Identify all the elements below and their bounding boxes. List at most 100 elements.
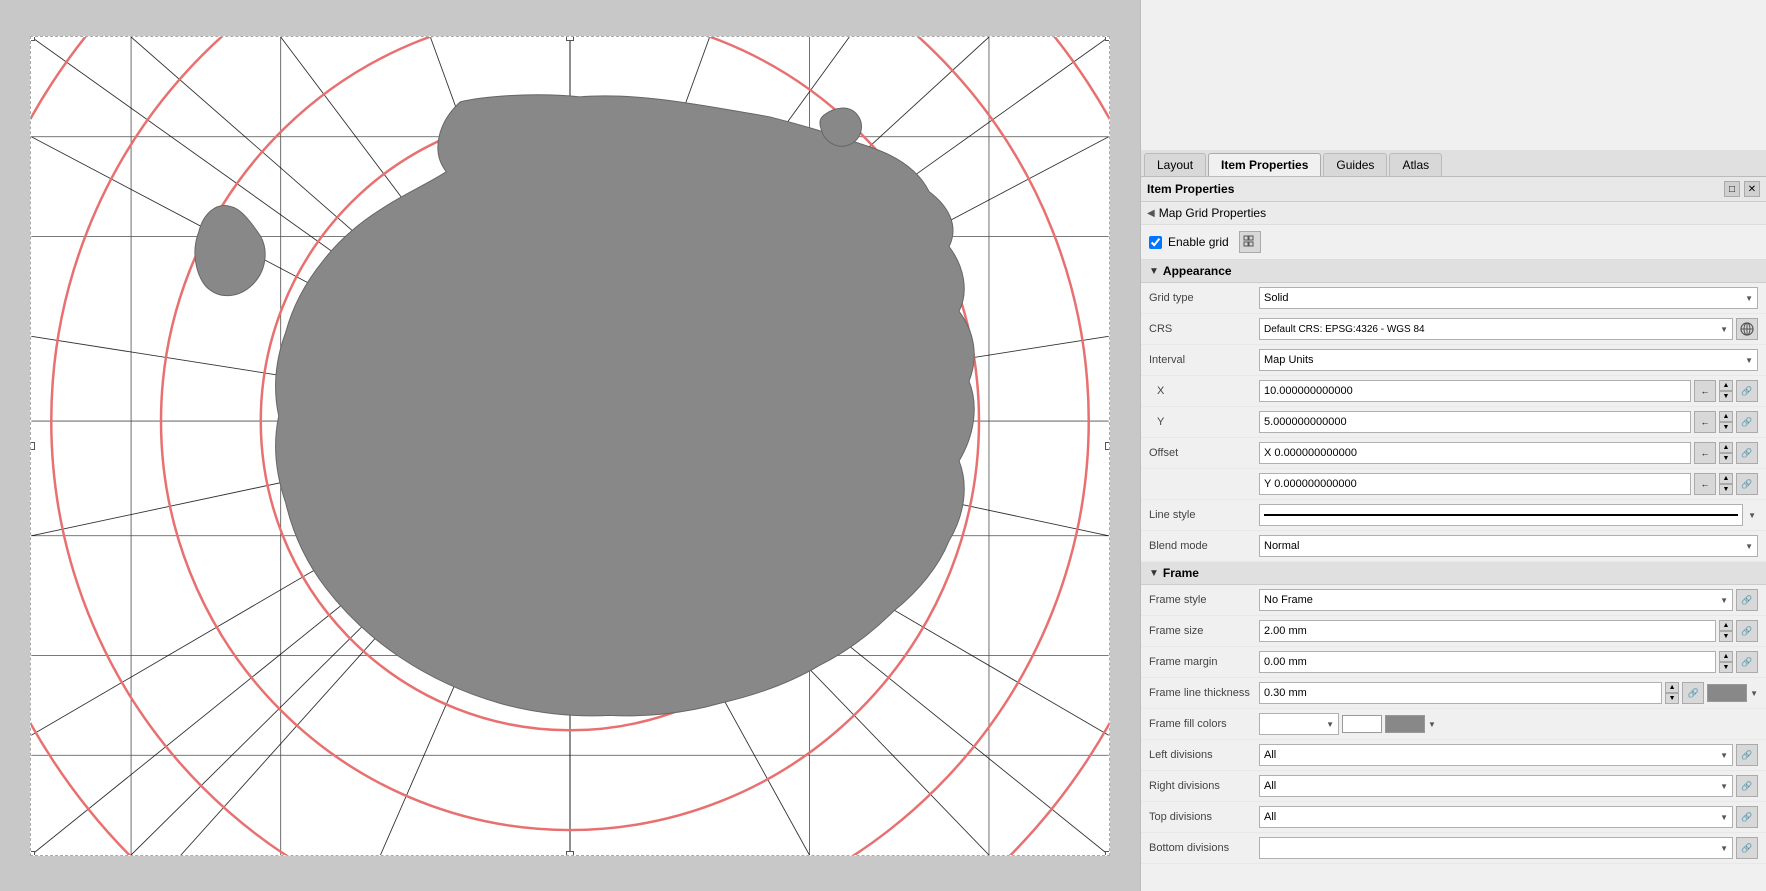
y-input[interactable]: 5.000000000000 bbox=[1259, 411, 1691, 433]
offset-y-input[interactable]: Y 0.000000000000 bbox=[1259, 473, 1691, 495]
x-reset-icon[interactable]: ← bbox=[1694, 380, 1716, 402]
top-divisions-row: Top divisions All ▼ 🔗 bbox=[1141, 802, 1766, 833]
handle-top-center[interactable] bbox=[566, 36, 574, 41]
frame-size-spin-down[interactable]: ▼ bbox=[1719, 631, 1733, 642]
blend-mode-row: Blend mode Normal ▼ bbox=[1141, 531, 1766, 562]
handle-top-right[interactable] bbox=[1105, 36, 1110, 41]
blend-mode-value: Normal bbox=[1264, 540, 1299, 552]
restore-icon[interactable]: □ bbox=[1724, 181, 1740, 197]
frame-margin-input[interactable]: 0.00 mm bbox=[1259, 651, 1716, 673]
left-divisions-combo[interactable]: All ▼ bbox=[1259, 744, 1733, 766]
blend-mode-combo[interactable]: Normal ▼ bbox=[1259, 535, 1758, 557]
handle-bottom-right[interactable] bbox=[1105, 851, 1110, 856]
frame-line-thickness-spin-down[interactable]: ▼ bbox=[1665, 693, 1679, 704]
crs-globe-button[interactable] bbox=[1736, 318, 1758, 340]
offset-x-value: X 0.000000000000 bbox=[1264, 447, 1357, 459]
frame-section-header[interactable]: ▼ Frame bbox=[1141, 562, 1766, 585]
frame-style-combo[interactable]: No Frame ▼ bbox=[1259, 589, 1733, 611]
frame-line-thickness-spin-up[interactable]: ▲ bbox=[1665, 682, 1679, 693]
bottom-divisions-combo[interactable]: ▼ bbox=[1259, 837, 1733, 859]
back-arrow-icon[interactable]: ◀ bbox=[1147, 208, 1155, 219]
frame-line-color-swatch[interactable] bbox=[1707, 684, 1747, 702]
left-divisions-link-icon[interactable]: 🔗 bbox=[1736, 744, 1758, 766]
top-divisions-link-icon[interactable]: 🔗 bbox=[1736, 806, 1758, 828]
offset-x-spin-up[interactable]: ▲ bbox=[1719, 442, 1733, 453]
frame-margin-spin-down[interactable]: ▼ bbox=[1719, 662, 1733, 673]
offset-x-input[interactable]: X 0.000000000000 bbox=[1259, 442, 1691, 464]
right-divisions-arrow-icon: ▼ bbox=[1720, 782, 1728, 791]
frame-margin-link-icon[interactable]: 🔗 bbox=[1736, 651, 1758, 673]
y-link-icon[interactable]: 🔗 bbox=[1736, 411, 1758, 433]
left-divisions-row: Left divisions All ▼ 🔗 bbox=[1141, 740, 1766, 771]
frame-size-input[interactable]: 2.00 mm bbox=[1259, 620, 1716, 642]
frame-fill-colors-combo[interactable]: ▼ bbox=[1259, 713, 1339, 735]
y-control: 5.000000000000 ← ▲ ▼ 🔗 bbox=[1259, 411, 1758, 433]
tab-atlas[interactable]: Atlas bbox=[1389, 153, 1442, 176]
frame-margin-control: 0.00 mm ▲ ▼ 🔗 bbox=[1259, 651, 1758, 673]
offset-y-link-icon[interactable]: 🔗 bbox=[1736, 473, 1758, 495]
crs-combo[interactable]: Default CRS: EPSG:4326 - WGS 84 ▼ bbox=[1259, 318, 1733, 340]
x-spin-buttons: ▲ ▼ bbox=[1719, 380, 1733, 402]
x-spin-up[interactable]: ▲ bbox=[1719, 380, 1733, 391]
panel-header-title: Item Properties bbox=[1147, 182, 1234, 196]
handle-mid-right[interactable] bbox=[1105, 442, 1110, 450]
frame-fill-color-swatch-1[interactable] bbox=[1342, 715, 1382, 733]
offset-y-reset-icon[interactable]: ← bbox=[1694, 473, 1716, 495]
tab-layout[interactable]: Layout bbox=[1144, 153, 1206, 176]
frame-style-control: No Frame ▼ 🔗 bbox=[1259, 589, 1758, 611]
x-control: 10.000000000000 ← ▲ ▼ 🔗 bbox=[1259, 380, 1758, 402]
handle-bottom-center[interactable] bbox=[566, 851, 574, 856]
offset-x-reset-icon[interactable]: ← bbox=[1694, 442, 1716, 464]
x-input[interactable]: 10.000000000000 bbox=[1259, 380, 1691, 402]
frame-label: Frame bbox=[1163, 566, 1199, 580]
frame-margin-spin-up[interactable]: ▲ bbox=[1719, 651, 1733, 662]
grid-type-arrow-icon: ▼ bbox=[1745, 294, 1753, 303]
handle-bottom-left[interactable] bbox=[30, 851, 35, 856]
interval-combo[interactable]: Map Units ▼ bbox=[1259, 349, 1758, 371]
enable-grid-checkbox[interactable] bbox=[1149, 236, 1162, 249]
y-spin-down[interactable]: ▼ bbox=[1719, 422, 1733, 433]
top-divisions-label: Top divisions bbox=[1149, 811, 1259, 823]
frame-fill-combo-arrow-icon: ▼ bbox=[1326, 720, 1334, 729]
map-canvas[interactable] bbox=[30, 36, 1110, 856]
handle-mid-left[interactable] bbox=[30, 442, 35, 450]
x-link-icon[interactable]: 🔗 bbox=[1736, 380, 1758, 402]
tab-guides[interactable]: Guides bbox=[1323, 153, 1387, 176]
crs-control: Default CRS: EPSG:4326 - WGS 84 ▼ bbox=[1259, 318, 1758, 340]
right-divisions-combo[interactable]: All ▼ bbox=[1259, 775, 1733, 797]
tab-item-properties[interactable]: Item Properties bbox=[1208, 153, 1321, 176]
right-divisions-link-icon[interactable]: 🔗 bbox=[1736, 775, 1758, 797]
left-divisions-value: All bbox=[1264, 749, 1276, 761]
y-spin-up[interactable]: ▲ bbox=[1719, 411, 1733, 422]
frame-line-thickness-input[interactable]: 0.30 mm bbox=[1259, 682, 1662, 704]
sub-header: ◀ Map Grid Properties bbox=[1141, 202, 1766, 225]
frame-size-link-icon[interactable]: 🔗 bbox=[1736, 620, 1758, 642]
frame-size-control: 2.00 mm ▲ ▼ 🔗 bbox=[1259, 620, 1758, 642]
appearance-section-header[interactable]: ▼ Appearance bbox=[1141, 260, 1766, 283]
bottom-divisions-link-icon[interactable]: 🔗 bbox=[1736, 837, 1758, 859]
x-spin-down[interactable]: ▼ bbox=[1719, 391, 1733, 402]
offset-y-spin-down[interactable]: ▼ bbox=[1719, 484, 1733, 495]
frame-fill-color-swatch-2[interactable] bbox=[1385, 715, 1425, 733]
offset-x-control: X 0.000000000000 ← ▲ ▼ 🔗 bbox=[1259, 442, 1758, 464]
line-style-preview[interactable] bbox=[1259, 504, 1743, 526]
top-blank-area bbox=[1141, 0, 1766, 150]
frame-margin-label: Frame margin bbox=[1149, 656, 1259, 668]
handle-top-left[interactable] bbox=[30, 36, 35, 41]
offset-x-spin-down[interactable]: ▼ bbox=[1719, 453, 1733, 464]
frame-style-value: No Frame bbox=[1264, 594, 1313, 606]
y-reset-icon[interactable]: ← bbox=[1694, 411, 1716, 433]
frame-size-spin-up[interactable]: ▲ bbox=[1719, 620, 1733, 631]
grid-type-combo[interactable]: Solid ▼ bbox=[1259, 287, 1758, 309]
blend-mode-control: Normal ▼ bbox=[1259, 535, 1758, 557]
offset-x-link-icon[interactable]: 🔗 bbox=[1736, 442, 1758, 464]
bottom-divisions-label: Bottom divisions bbox=[1149, 842, 1259, 854]
frame-style-link-icon[interactable]: 🔗 bbox=[1736, 589, 1758, 611]
close-icon[interactable]: ✕ bbox=[1744, 181, 1760, 197]
grid-settings-icon[interactable] bbox=[1239, 231, 1261, 253]
grid-type-value: Solid bbox=[1264, 292, 1288, 304]
offset-y-spin-up[interactable]: ▲ bbox=[1719, 473, 1733, 484]
frame-line-thickness-link-icon[interactable]: 🔗 bbox=[1682, 682, 1704, 704]
y-spin-buttons: ▲ ▼ bbox=[1719, 411, 1733, 433]
top-divisions-combo[interactable]: All ▼ bbox=[1259, 806, 1733, 828]
